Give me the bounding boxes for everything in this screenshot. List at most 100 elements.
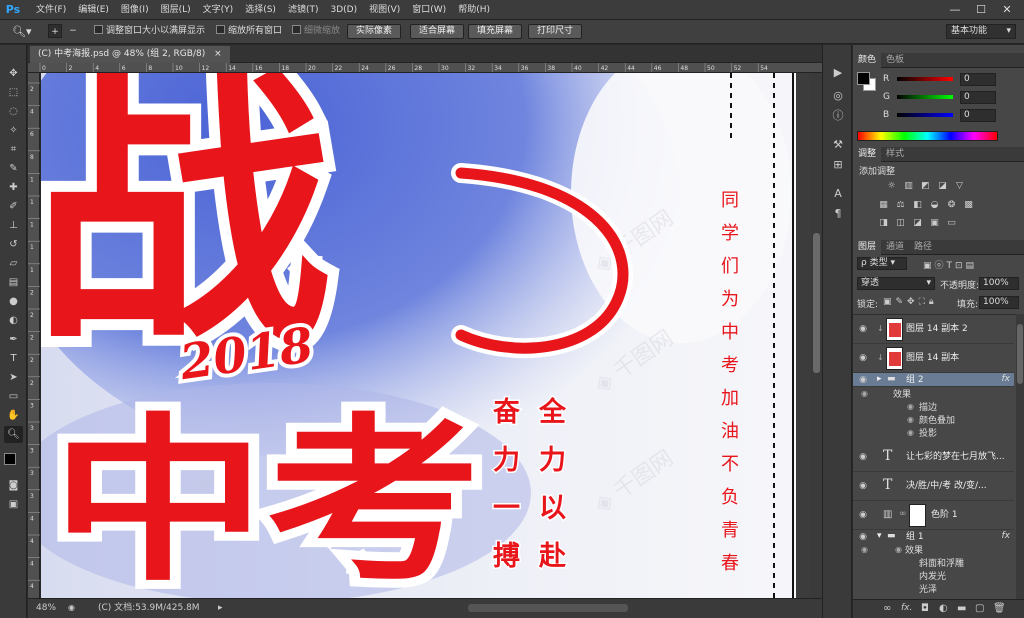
brush-panel-icon[interactable]: ⚒ [829, 137, 847, 153]
lock-icons[interactable]: ▣✎✥⛶🔒︎ [883, 297, 938, 307]
blue-value[interactable]: 0 [960, 109, 996, 122]
scrollbar-thumb[interactable] [813, 233, 820, 373]
collapse-arrow-icon[interactable]: ▾ [877, 531, 882, 541]
layer-group-row[interactable]: ◉ ▸ ▬ 组 2 fx [853, 373, 1014, 387]
foreground-color-swatch[interactable] [4, 453, 16, 465]
opacity-input[interactable]: 100% [979, 277, 1019, 290]
eye-icon[interactable]: ◉ [907, 428, 914, 437]
red-track[interactable] [897, 77, 953, 81]
fill-input[interactable]: 100% [979, 296, 1019, 309]
history-brush-tool-icon[interactable]: ↺ [4, 236, 23, 253]
quick-mask-icon[interactable]: ◙ [4, 477, 23, 494]
filter-icons[interactable]: ▣ⓞT⊡▤ [923, 258, 977, 271]
healing-brush-tool-icon[interactable]: ✚ [4, 179, 23, 196]
eye-icon[interactable]: ◉ [861, 389, 868, 398]
hand-tool-icon[interactable]: ✋ [4, 407, 23, 424]
layers-scrollbar-thumb[interactable] [1017, 324, 1023, 384]
channel-mixer-icon[interactable]: ❂ [945, 200, 958, 211]
color-spectrum-bar[interactable] [857, 131, 998, 141]
vibrance-icon[interactable]: ▽ [953, 181, 966, 192]
layers-scrollbar[interactable] [1016, 314, 1024, 599]
horizontal-scrollbar-thumb[interactable] [468, 604, 628, 612]
photo-filter-icon[interactable]: ◒ [928, 200, 941, 211]
eye-icon[interactable]: ◉ [895, 545, 902, 554]
layer-row[interactable]: ◉ ↓ 图层 14 副本 [853, 344, 1014, 373]
history-panel-icon[interactable]: ▶ [829, 65, 847, 81]
gradient-map-icon[interactable]: ▭ [945, 218, 958, 229]
close-tab-icon[interactable]: × [214, 49, 222, 59]
eye-icon[interactable]: ◉ [858, 452, 868, 462]
restore-button[interactable]: ☐ [968, 0, 994, 20]
menu-select[interactable]: 选择(S) [239, 0, 282, 20]
dodge-tool-icon[interactable]: ◐ [4, 312, 23, 329]
effect-stroke[interactable]: 描边 [919, 402, 937, 415]
layer-row[interactable]: ◉ T 让七彩的梦在七月放飞... [853, 443, 1014, 472]
selective-color-icon[interactable]: ▣ [928, 218, 941, 229]
character-panel-icon[interactable]: A [829, 186, 847, 202]
document-canvas[interactable]: ◈ 千图网 ◈ 千图网 ◈ 千图网 ◈ 千图网 战 战 2018 2018 中考… [41, 73, 811, 598]
green-value[interactable]: 0 [960, 91, 996, 104]
menu-layer[interactable]: 图层(L) [155, 0, 197, 20]
link-icon[interactable]: ∞ [883, 603, 891, 614]
tab-color[interactable]: 颜色 [853, 53, 882, 68]
foreground-swatch[interactable] [857, 72, 870, 85]
color-lookup-icon[interactable]: ▩ [962, 200, 975, 211]
effect-color-overlay[interactable]: 颜色叠加 [919, 415, 955, 428]
eye-icon[interactable]: ◉ [858, 532, 868, 542]
green-slider[interactable]: G 0 [857, 91, 1007, 104]
threshold-icon[interactable]: ◪ [911, 218, 924, 229]
eraser-tool-icon[interactable]: ▱ [4, 255, 23, 272]
layer-filter-select[interactable]: ρ 类型 ▾ [857, 257, 907, 270]
eye-icon[interactable]: ◉ [858, 375, 868, 385]
color-balance-icon[interactable]: ⚖ [894, 200, 907, 211]
green-track[interactable] [897, 95, 953, 99]
status-menu-arrow-icon[interactable]: ▸ [218, 602, 223, 614]
fx-badge[interactable]: fx [1002, 531, 1011, 541]
eye-icon[interactable]: ◉ [861, 545, 868, 554]
gradient-tool-icon[interactable]: ▤ [4, 274, 23, 291]
eye-icon[interactable]: ◉ [858, 481, 868, 491]
color-wheel-icon[interactable]: ◎ [829, 88, 847, 104]
menu-view[interactable]: 视图(V) [363, 0, 406, 20]
document-tab[interactable]: (C) 中考海报.psd @ 48% (组 2, RGB/8) × [30, 46, 230, 63]
brightness-icon[interactable]: ☼ [885, 181, 898, 192]
zoom-tool-icon[interactable]: 🔍︎ [4, 426, 23, 443]
blur-tool-icon[interactable]: ● [4, 293, 23, 310]
curves-icon[interactable]: ◩ [919, 181, 932, 192]
invert-icon[interactable]: ◨ [877, 218, 890, 229]
brush-tool-icon[interactable]: ✐ [4, 198, 23, 215]
layer-row[interactable]: ◉ ▥ ∞ 色阶 1 [853, 501, 1014, 530]
adjustment-icon[interactable]: ◐ [939, 603, 948, 614]
move-tool-icon[interactable]: ✥ [4, 65, 23, 82]
red-value[interactable]: 0 [960, 73, 996, 86]
shape-tool-icon[interactable]: ▭ [4, 388, 23, 405]
layer-row[interactable]: ◉ ↓ 图层 14 副本 2 [853, 315, 1014, 344]
blend-mode-select[interactable]: 穿透 ▾ [857, 277, 935, 290]
zoom-all-checkbox[interactable]: 缩放所有窗口 [216, 24, 282, 39]
tab-adjustments[interactable]: 调整 [853, 147, 882, 162]
menu-file[interactable]: 文件(F) [30, 0, 72, 20]
blue-track[interactable] [897, 113, 953, 117]
path-selection-tool-icon[interactable]: ➤ [4, 369, 23, 386]
marquee-tool-icon[interactable]: ⬚ [4, 84, 23, 101]
clone-stamp-tool-icon[interactable]: ⊥ [4, 217, 23, 234]
eye-icon[interactable]: ◉ [907, 415, 914, 424]
effect-satin[interactable]: 光泽 [919, 584, 937, 597]
fx-icon[interactable]: fx. [901, 603, 912, 613]
layer-group-row[interactable]: ◉ ▾ ▬ 组 1 fx [853, 530, 1014, 544]
screen-mode-icon[interactable]: ▣ [4, 496, 23, 513]
paragraph-panel-icon[interactable]: ¶ [829, 206, 847, 222]
clone-source-icon[interactable]: ⊞ [829, 157, 847, 173]
fx-badge[interactable]: fx [1002, 374, 1011, 384]
eye-icon[interactable]: ◉ [858, 353, 868, 363]
menu-3d[interactable]: 3D(D) [324, 0, 363, 20]
menu-filter[interactable]: 滤镜(T) [282, 0, 325, 20]
exposure-icon[interactable]: ◪ [936, 181, 949, 192]
zoom-level[interactable]: 48% [36, 602, 56, 614]
tab-layers[interactable]: 图层 [853, 240, 882, 255]
tab-styles[interactable]: 样式 [881, 147, 909, 162]
expand-arrow-icon[interactable]: ▸ [877, 374, 882, 384]
effect-inner-glow[interactable]: 内发光 [919, 571, 946, 584]
mask-icon[interactable]: ◘ [921, 603, 929, 614]
info-panel-icon[interactable]: ⓘ [829, 108, 847, 124]
